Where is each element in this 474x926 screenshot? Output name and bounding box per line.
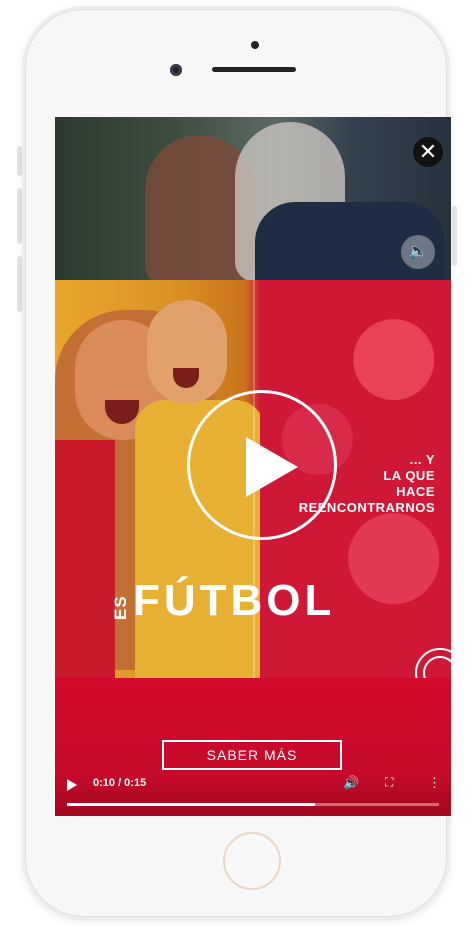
tagline-line: ... Y — [409, 452, 435, 467]
earpiece-speaker — [212, 67, 296, 72]
play-icon — [246, 437, 298, 497]
fan-face — [147, 300, 227, 404]
volume-icon[interactable]: 🔈 — [401, 235, 435, 269]
more-options-icon[interactable]: ⋮ — [428, 775, 441, 791]
progress-fill — [67, 803, 315, 806]
tagline-line: REENCONTRARNOS — [298, 500, 435, 515]
ad-screen: ✕ 🔈 ... Y LA QUE HACE REENCONTRARNOS ES … — [55, 117, 451, 816]
front-camera — [170, 64, 182, 76]
brand-prefix: ES — [111, 595, 130, 620]
tagline-line: LA QUE — [383, 468, 435, 483]
fan-scarf — [55, 440, 115, 678]
fullscreen-icon[interactable]: ⛶ — [385, 775, 393, 790]
ad-tagline: ... Y LA QUE HACE REENCONTRARNOS — [299, 452, 435, 516]
proximity-sensor — [251, 41, 259, 49]
play-icon[interactable] — [67, 779, 77, 791]
learn-more-button[interactable]: SABER MÁS — [162, 740, 342, 770]
video-preview[interactable]: ✕ 🔈 — [55, 117, 451, 285]
close-icon[interactable]: ✕ — [413, 137, 443, 167]
tagline-line: HACE — [396, 484, 435, 499]
progress-bar[interactable] — [67, 803, 439, 806]
crest-inner — [423, 656, 451, 678]
power-button — [452, 206, 457, 266]
volume-icon[interactable]: 🔊 — [343, 775, 359, 791]
brand-title: FÚTBOL — [133, 576, 336, 625]
video-controls: 0:10 / 0:15 🔊 ⛶ ⋮ — [55, 767, 451, 816]
home-button[interactable] — [223, 832, 281, 890]
playback-time: 0:10 / 0:15 — [93, 777, 147, 789]
ad-banner[interactable]: ... Y LA QUE HACE REENCONTRARNOS ES FÚTB… — [55, 280, 451, 678]
